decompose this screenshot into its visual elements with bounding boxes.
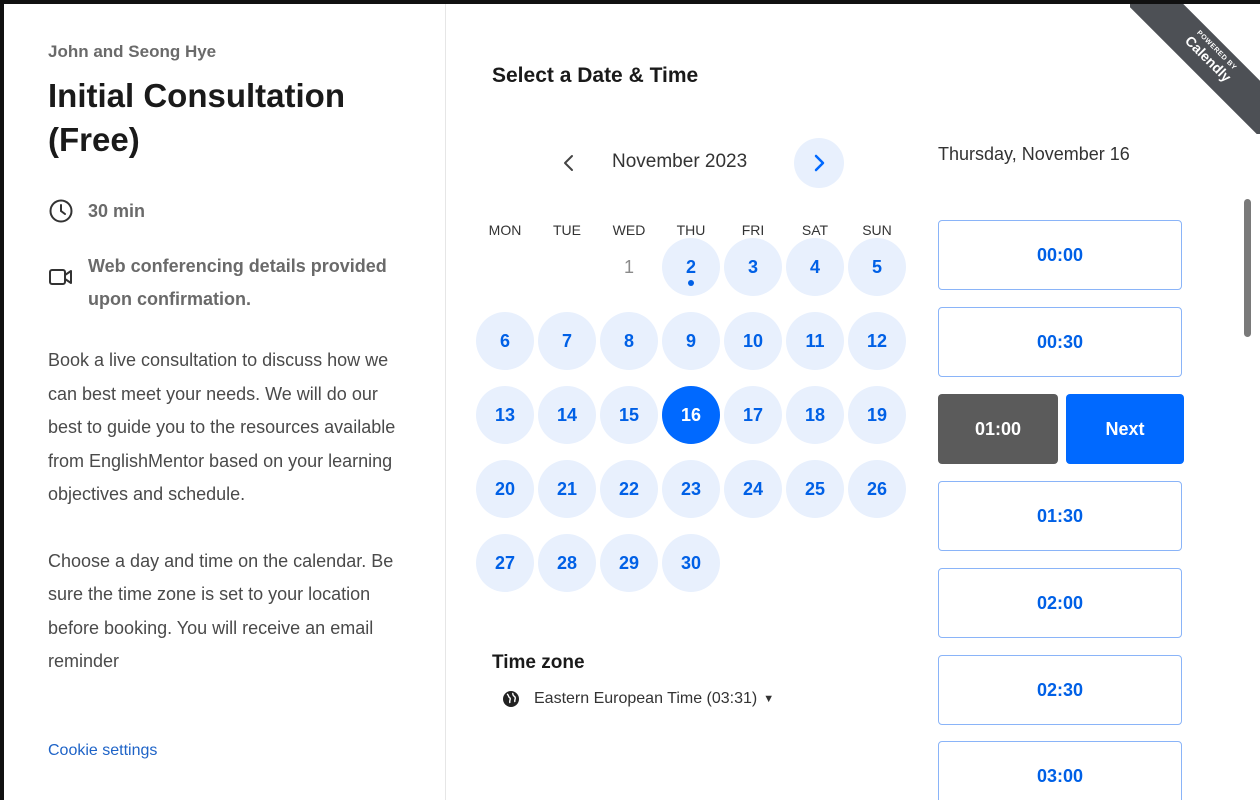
chevron-left-icon	[564, 155, 573, 171]
description-container: Book a live consultation to discuss how …	[44, 344, 444, 709]
booking-page: John and Seong Hye Initial Consultation …	[0, 0, 1260, 800]
calendar-day-available[interactable]: 4	[786, 238, 844, 296]
calendar-day-available[interactable]: 21	[538, 460, 596, 518]
time-slot-button[interactable]: 01:30	[938, 481, 1182, 551]
calendar-day-available[interactable]: 24	[724, 460, 782, 518]
times-scrollbar[interactable]	[1244, 199, 1251, 337]
host-name: John and Seong Hye	[48, 42, 217, 61]
duration-text: 30 min	[88, 200, 146, 221]
calendly-ribbon[interactable]: POWERED BY Calendly	[1130, 4, 1260, 134]
calendar-day-unavailable: 1	[623, 256, 634, 277]
next-month-button[interactable]	[794, 138, 844, 188]
calendar-day-available[interactable]: 29	[600, 534, 658, 592]
calendar-day-available[interactable]: 23	[662, 460, 720, 518]
powered-by-badge[interactable]: POWERED BY Calendly	[1130, 4, 1260, 134]
calendar-title: Select a Date & Time	[492, 64, 699, 87]
cookie-settings-link[interactable]: Cookie settings	[48, 742, 157, 760]
calendar-day-available[interactable]: 12	[848, 312, 906, 370]
time-slot-button[interactable]: 00:00	[938, 220, 1182, 290]
timezone-value: Eastern European Time (03:31)	[534, 690, 758, 707]
weekday-label: WED	[612, 222, 646, 238]
calendar-day-available[interactable]: 5	[848, 238, 906, 296]
duration-row: 30 min	[48, 198, 145, 224]
event-description: Book a live consultation to discuss how …	[48, 344, 408, 709]
calendar-day-available[interactable]: 17	[724, 386, 782, 444]
calendar-day-available[interactable]: 7	[538, 312, 596, 370]
weekday-label: SUN	[862, 222, 892, 238]
calendar-day-available[interactable]: 19	[848, 386, 906, 444]
video-camera-icon	[49, 269, 72, 285]
next-button[interactable]: Next	[1066, 394, 1184, 464]
conferencing-text: Web conferencing details provided upon c…	[88, 256, 387, 309]
weekday-label: SAT	[801, 222, 829, 238]
calendar-day-available[interactable]: 25	[786, 460, 844, 518]
event-title: Initial Consultation (Free)	[48, 77, 345, 158]
time-slot-button[interactable]: 00:30	[938, 307, 1182, 377]
calendar-day-available[interactable]: 14	[538, 386, 596, 444]
event-details-panel: John and Seong Hye Initial Consultation …	[44, 4, 444, 800]
description-paragraph: Choose a day and time on the calendar. B…	[48, 550, 394, 672]
chevron-right-icon	[814, 154, 825, 172]
today-indicator	[688, 280, 694, 286]
weekday-label: FRI	[741, 222, 765, 238]
calendar-day-available[interactable]: 30	[662, 534, 720, 592]
globe-icon	[503, 691, 519, 707]
calendar-day-available[interactable]: 15	[600, 386, 658, 444]
timezone-select[interactable]: Eastern European Time (03:31) ▼	[502, 690, 774, 708]
calendar-day-available[interactable]: 26	[848, 460, 906, 518]
time-slot-button[interactable]: 02:30	[938, 655, 1182, 725]
previous-month-button[interactable]	[544, 138, 594, 188]
calendar-day-available[interactable]: 11	[786, 312, 844, 370]
description-paragraph: Book a live consultation to discuss how …	[48, 350, 396, 504]
calendar-day-available[interactable]: 28	[538, 534, 596, 592]
calendar-day-available[interactable]: 6	[476, 312, 534, 370]
selected-time-slot[interactable]: 01:00	[938, 394, 1058, 464]
weekday-label: THU	[676, 222, 706, 238]
conferencing-row: Web conferencing details provided upon c…	[48, 250, 388, 316]
calendar-day-available[interactable]: 13	[476, 386, 534, 444]
calendar-day-available[interactable]: 2	[662, 238, 720, 296]
clock-icon	[49, 199, 73, 223]
time-slot-button[interactable]: 03:00	[938, 741, 1182, 800]
timezone-label: Time zone	[492, 652, 585, 673]
time-slot-button[interactable]: 02:00	[938, 568, 1182, 638]
caret-down-icon: ▼	[763, 693, 775, 705]
month-navigation: November 2023	[544, 138, 864, 188]
panel-divider	[445, 4, 446, 800]
calendar-day-available[interactable]: 27	[476, 534, 534, 592]
selected-date-heading: Thursday, November 16	[938, 144, 1130, 164]
calendar-day-available[interactable]: 9	[662, 312, 720, 370]
weekday-label: MON	[488, 222, 522, 238]
calendar-day-available[interactable]: 10	[724, 312, 782, 370]
calendar-day-available[interactable]: 8	[600, 312, 658, 370]
calendar-day-available[interactable]: 3	[724, 238, 782, 296]
weekday-label: TUE	[553, 222, 581, 238]
calendar-day-available[interactable]: 18	[786, 386, 844, 444]
calendar-day-selected[interactable]: 16	[662, 386, 720, 444]
calendar-day-available[interactable]: 22	[600, 460, 658, 518]
calendar-day-available[interactable]: 20	[476, 460, 534, 518]
current-month: November 2023	[612, 151, 748, 172]
